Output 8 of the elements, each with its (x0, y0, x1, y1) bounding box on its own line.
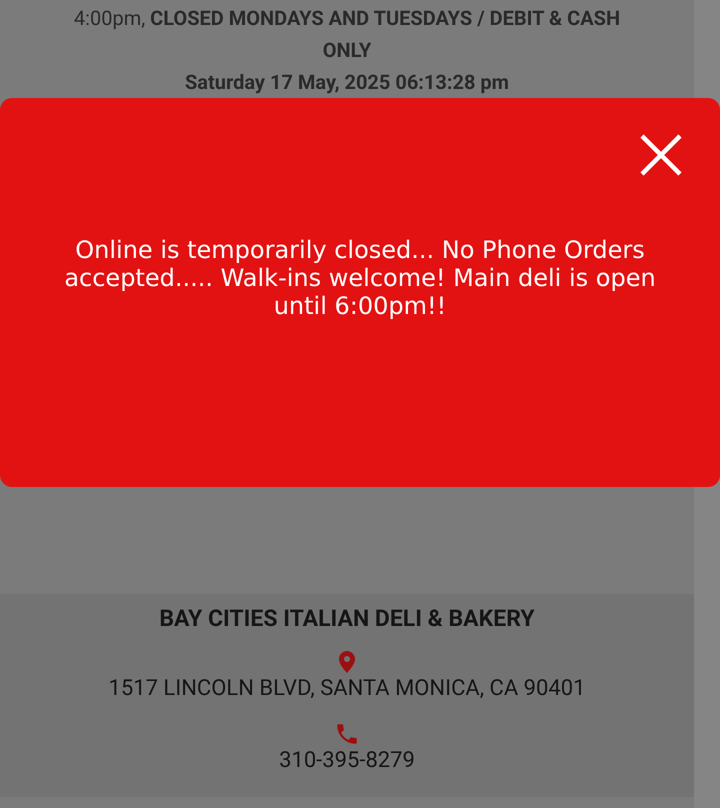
close-button[interactable] (638, 132, 684, 178)
modal-message: Online is temporarily closed... No Phone Orders accepted..... Walk-ins welcome! Main deli is open until 6:00pm!! (63, 236, 657, 320)
hours-notice: 4:00pm, CLOSED MONDAYS AND TUESDAYS / DEBIT & CASH ONLY (72, 5, 622, 64)
close-icon (639, 133, 683, 177)
address: 1517 LINCOLN BLVD, SANTA MONICA, CA 90401 (108, 674, 586, 702)
business-name: BAY CITIES ITALIAN DELI & BAKERY (159, 604, 535, 634)
phone-number: 310-395-8279 (279, 746, 415, 774)
current-datetime: Saturday 17 May, 2025 06:13:28 pm (184, 70, 510, 94)
